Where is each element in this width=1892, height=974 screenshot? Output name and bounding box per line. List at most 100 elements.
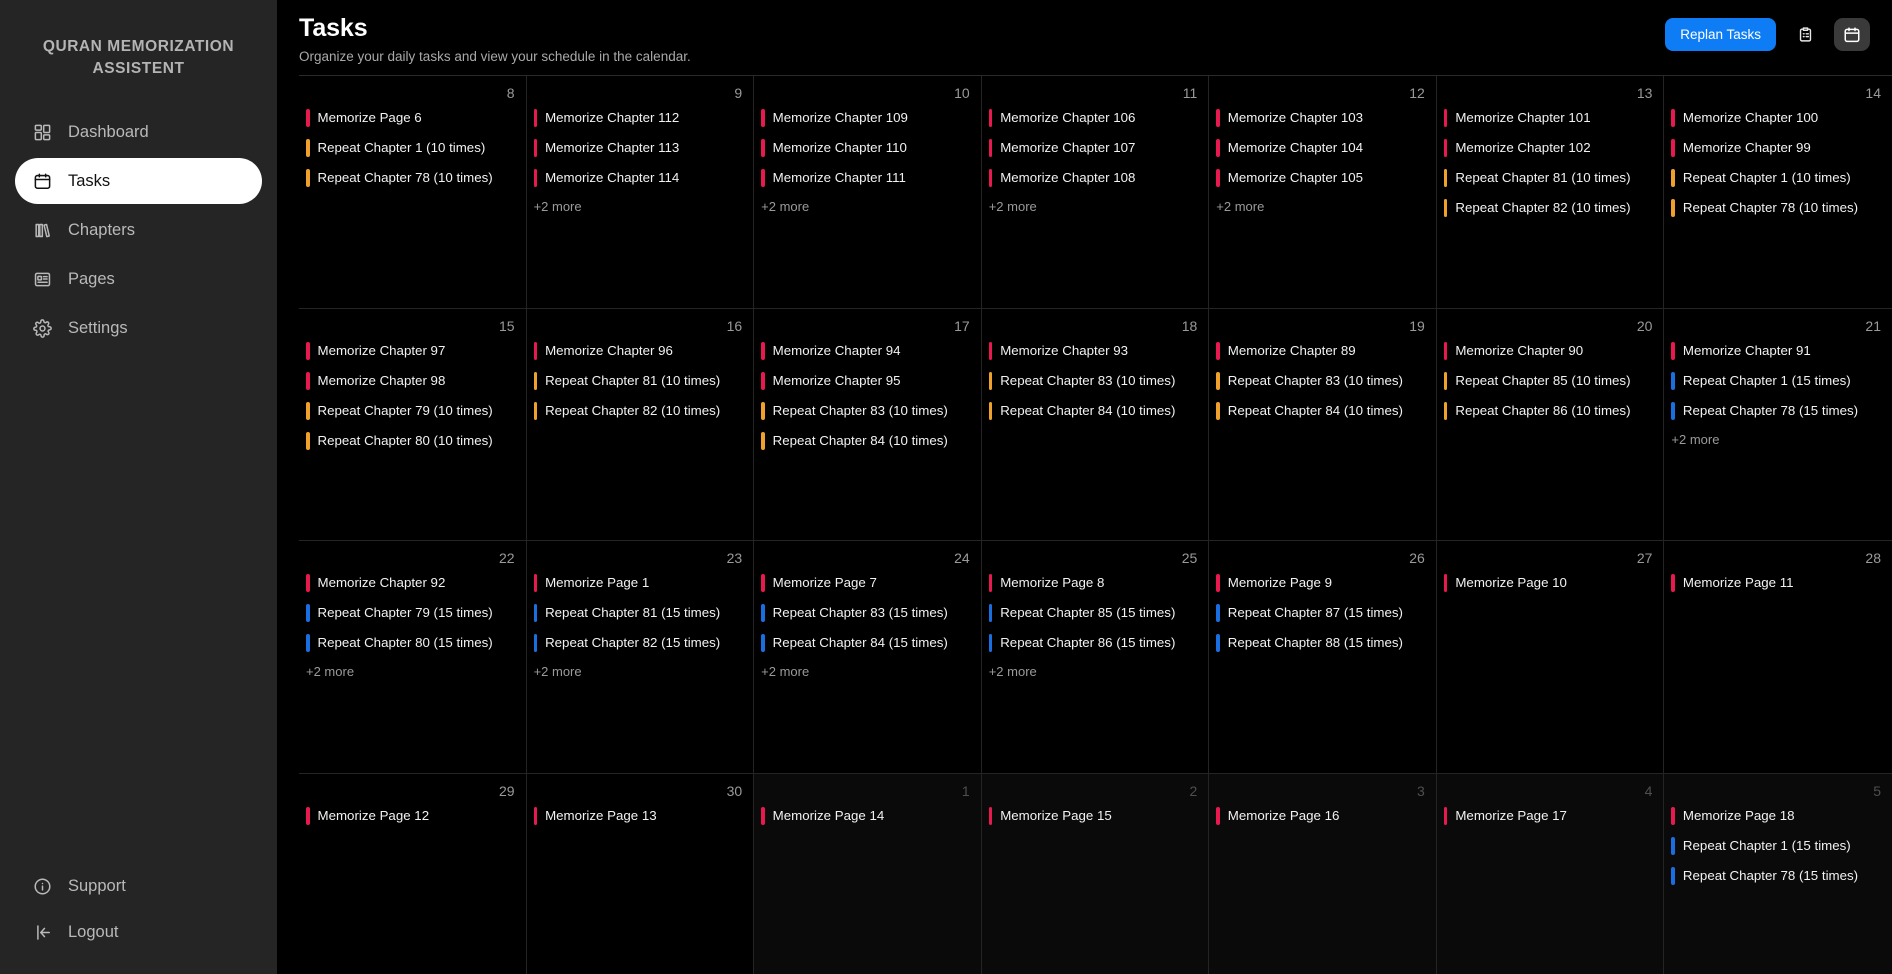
task-event[interactable]: Memorize Page 18 [1671,806,1885,825]
task-event[interactable]: Repeat Chapter 84 (10 times) [1216,401,1429,420]
calendar-day-cell[interactable]: 4 Memorize Page 17 [1436,773,1665,974]
calendar-day-cell[interactable]: 29 Memorize Page 12 [299,773,527,974]
task-event[interactable]: Repeat Chapter 82 (10 times) [533,401,747,420]
task-event[interactable]: Repeat Chapter 85 (15 times) [988,604,1202,622]
task-event[interactable]: Memorize Chapter 110 [761,139,974,157]
calendar-day-cell[interactable]: 12 Memorize Chapter 103 Memorize Chapter 1… [1209,76,1437,309]
task-event[interactable]: Memorize Page 1 [533,574,747,592]
task-event[interactable]: Memorize Chapter 107 [988,139,1202,157]
calendar-day-cell[interactable]: 3 Memorize Page 16 [1209,773,1437,974]
calendar-day-cell[interactable]: 2 Memorize Page 15 [981,773,1210,974]
task-event[interactable]: Repeat Chapter 1 (15 times) [1671,836,1885,855]
calendar-day-cell[interactable]: 18 Memorize Chapter 93 Repeat Chapter 83 (… [981,308,1210,541]
calendar-day-cell[interactable]: 24 Memorize Page 7 Repeat Chapter 83 (15 t… [754,541,982,774]
calendar-day-cell[interactable]: 19 Memorize Chapter 89 Repeat Chapter 83 (… [1209,308,1437,541]
task-event[interactable]: Repeat Chapter 78 (15 times) [1671,866,1885,885]
task-event[interactable]: Repeat Chapter 78 (10 times) [1671,199,1885,217]
task-event[interactable]: Memorize Chapter 94 [761,341,974,360]
task-event[interactable]: Memorize Page 15 [988,806,1202,825]
calendar-day-cell[interactable]: 9 Memorize Chapter 112 Memorize Chapter 11… [526,76,755,309]
calendar-day-cell[interactable]: 14 Memorize Chapter 100 Memorize Chapter 9… [1664,76,1892,309]
task-event[interactable]: Repeat Chapter 78 (15 times) [1671,401,1885,420]
calendar-day-cell[interactable]: 27 Memorize Page 10 [1436,541,1665,774]
task-event[interactable]: Repeat Chapter 82 (15 times) [533,634,747,652]
calendar-day-cell[interactable]: 1 Memorize Page 14 [754,773,982,974]
calendar-day-cell[interactable]: 10 Memorize Chapter 109 Memorize Chapter 1… [754,76,982,309]
task-event[interactable]: Repeat Chapter 80 (10 times) [306,431,519,450]
task-event[interactable]: Memorize Page 16 [1216,806,1429,825]
task-event[interactable]: Memorize Chapter 113 [533,139,747,157]
calendar-day-cell[interactable]: 23 Memorize Page 1 Repeat Chapter 81 (15 t… [526,541,755,774]
task-event[interactable]: Memorize Chapter 91 [1671,341,1885,360]
task-event[interactable]: Repeat Chapter 82 (10 times) [1443,199,1657,217]
task-event[interactable]: Memorize Chapter 112 [533,109,747,127]
task-event[interactable]: Memorize Page 6 [306,109,519,127]
sidebar-item-tasks[interactable]: Tasks [15,158,262,204]
calendar-day-cell[interactable]: 22 Memorize Chapter 92 Repeat Chapter 79 (… [299,541,527,774]
task-event[interactable]: Memorize Chapter 108 [988,169,1202,187]
sidebar-item-support[interactable]: Support [15,866,262,906]
task-event[interactable]: Memorize Chapter 93 [988,341,1202,360]
task-event[interactable]: Memorize Chapter 114 [533,169,747,187]
task-event[interactable]: Memorize Page 13 [533,806,747,825]
task-event[interactable]: Repeat Chapter 83 (15 times) [761,604,974,622]
more-events-link[interactable]: +2 more [989,664,1202,679]
task-event[interactable]: Repeat Chapter 84 (10 times) [761,431,974,450]
task-event[interactable]: Repeat Chapter 88 (15 times) [1216,634,1429,652]
more-events-link[interactable]: +2 more [306,664,519,679]
calendar-day-cell[interactable]: 16 Memorize Chapter 96 Repeat Chapter 81 (… [526,308,755,541]
calendar-day-cell[interactable]: 21 Memorize Chapter 91 Repeat Chapter 1 (1… [1664,309,1892,541]
task-event[interactable]: Repeat Chapter 86 (10 times) [1443,401,1657,420]
more-events-link[interactable]: +2 more [1216,199,1429,214]
more-events-link[interactable]: +2 more [1671,432,1885,447]
task-event[interactable]: Memorize Chapter 105 [1216,169,1429,187]
more-events-link[interactable]: +2 more [534,199,747,214]
task-event[interactable]: Repeat Chapter 86 (15 times) [988,634,1202,652]
replan-tasks-button[interactable]: Replan Tasks [1665,18,1776,51]
task-event[interactable]: Memorize Page 9 [1216,574,1429,592]
task-event[interactable]: Repeat Chapter 81 (15 times) [533,604,747,622]
task-event[interactable]: Memorize Page 11 [1671,574,1885,592]
task-event[interactable]: Repeat Chapter 1 (15 times) [1671,371,1885,390]
task-event[interactable]: Memorize Chapter 97 [306,341,519,360]
sidebar-item-chapters[interactable]: Chapters [15,207,262,253]
task-event[interactable]: Repeat Chapter 84 (15 times) [761,634,974,652]
list-view-button[interactable] [1787,18,1823,51]
task-event[interactable]: Memorize Page 8 [988,574,1202,592]
task-event[interactable]: Repeat Chapter 1 (10 times) [1671,169,1885,187]
sidebar-item-logout[interactable]: Logout [15,912,262,952]
task-event[interactable]: Memorize Page 10 [1443,574,1657,592]
task-event[interactable]: Memorize Chapter 95 [761,371,974,390]
sidebar-item-settings[interactable]: Settings [15,305,262,351]
task-event[interactable]: Memorize Chapter 90 [1443,341,1657,360]
task-event[interactable]: Repeat Chapter 85 (10 times) [1443,371,1657,390]
calendar-day-cell[interactable]: 17 Memorize Chapter 94 Memorize Chapter 95… [754,308,982,541]
task-event[interactable]: Repeat Chapter 81 (10 times) [1443,169,1657,187]
task-event[interactable]: Repeat Chapter 83 (10 times) [988,371,1202,390]
task-event[interactable]: Repeat Chapter 84 (10 times) [988,401,1202,420]
task-event[interactable]: Repeat Chapter 83 (10 times) [1216,371,1429,390]
task-event[interactable]: Repeat Chapter 81 (10 times) [533,371,747,390]
task-event[interactable]: Repeat Chapter 79 (10 times) [306,401,519,420]
calendar-day-cell[interactable]: 13 Memorize Chapter 101 Memorize Chapter 1… [1436,76,1665,309]
more-events-link[interactable]: +2 more [989,199,1202,214]
calendar-view-button[interactable] [1834,18,1870,51]
more-events-link[interactable]: +2 more [534,664,747,679]
task-event[interactable]: Memorize Page 14 [761,806,974,825]
task-event[interactable]: Repeat Chapter 1 (10 times) [306,139,519,157]
task-event[interactable]: Memorize Chapter 89 [1216,341,1429,360]
task-event[interactable]: Repeat Chapter 80 (15 times) [306,634,519,652]
calendar-day-cell[interactable]: 28 Memorize Page 11 [1664,541,1892,774]
task-event[interactable]: Repeat Chapter 79 (15 times) [306,604,519,622]
calendar-day-cell[interactable]: 25 Memorize Page 8 Repeat Chapter 85 (15 t… [981,541,1210,774]
task-event[interactable]: Memorize Chapter 96 [533,341,747,360]
calendar-day-cell[interactable]: 5 Memorize Page 18 Repeat Chapter 1 (15 ti… [1664,773,1892,974]
task-event[interactable]: Repeat Chapter 83 (10 times) [761,401,974,420]
calendar-day-cell[interactable]: 20 Memorize Chapter 90 Repeat Chapter 85 (… [1436,308,1665,541]
calendar-day-cell[interactable]: 26 Memorize Page 9 Repeat Chapter 87 (15 t… [1209,541,1437,774]
task-event[interactable]: Memorize Chapter 111 [761,169,974,187]
task-event[interactable]: Memorize Chapter 98 [306,371,519,390]
task-event[interactable]: Memorize Page 7 [761,574,974,592]
calendar-day-cell[interactable]: 30 Memorize Page 13 [527,773,755,974]
task-event[interactable]: Memorize Chapter 102 [1443,139,1657,157]
